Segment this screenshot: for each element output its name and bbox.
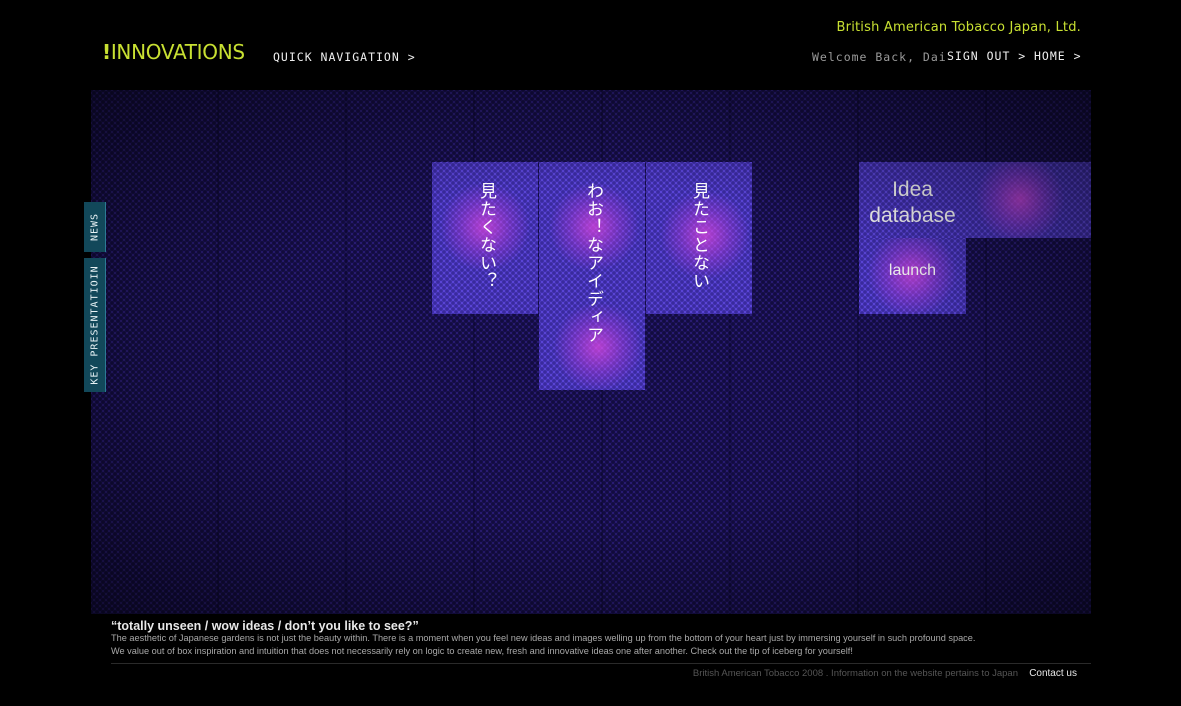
tile-wow-idea[interactable]: わお！なアイディア xyxy=(539,162,645,390)
home-link[interactable]: HOME > xyxy=(1034,49,1082,63)
description: The aesthetic of Japanese gardens is not… xyxy=(111,632,1091,658)
footer-divider xyxy=(111,663,1091,664)
news-tab[interactable]: NEWS xyxy=(84,202,106,252)
tile-mitakunai[interactable]: 見たくない？ xyxy=(432,162,538,314)
idea-database-button[interactable]: Idea database launch xyxy=(859,162,966,314)
garden-stage: 見たくない？ わお！なアイディア 見たことない Idea database la… xyxy=(91,90,1091,614)
logo-text: INNOVATIONS xyxy=(110,40,245,64)
idea-title-line2: database xyxy=(869,204,956,227)
sign-out-link[interactable]: SIGN OUT > xyxy=(947,49,1026,63)
tile-mitakotonai-label: 見たことない xyxy=(689,182,709,290)
launch-button[interactable]: launch xyxy=(859,262,966,280)
company-name: British American Tobacco Japan, Ltd. xyxy=(836,20,1081,35)
quick-navigation-link[interactable]: QUICK NAVIGATION > xyxy=(273,50,416,64)
tile-wow-idea-label: わお！なアイディア xyxy=(583,182,603,344)
tile-glow xyxy=(975,162,1065,238)
copyright-text: British American Tobacco 2008 . Informat… xyxy=(692,668,1018,679)
welcome-message: Welcome Back, Dai xyxy=(812,50,947,64)
logo-bang: ! xyxy=(102,40,111,64)
description-line-1: The aesthetic of Japanese gardens is not… xyxy=(111,633,976,643)
idea-title-line1: Idea xyxy=(892,178,933,201)
description-line-2: We value out of box inspiration and intu… xyxy=(111,646,853,656)
news-tab-label: NEWS xyxy=(89,212,100,242)
tagline-quote: “totally unseen / wow ideas / don’t you … xyxy=(111,619,419,633)
tile-mitakunai-label: 見たくない？ xyxy=(476,182,496,290)
key-presentation-tab[interactable]: KEY PRESENTATIOIN xyxy=(84,258,106,392)
innovations-logo[interactable]: !INNOVATIONS xyxy=(102,40,245,64)
key-presentation-tab-label: KEY PRESENTATIOIN xyxy=(89,265,100,385)
contact-us-link[interactable]: Contact us xyxy=(1029,668,1077,679)
tile-mitakotonai[interactable]: 見たことない xyxy=(646,162,752,314)
